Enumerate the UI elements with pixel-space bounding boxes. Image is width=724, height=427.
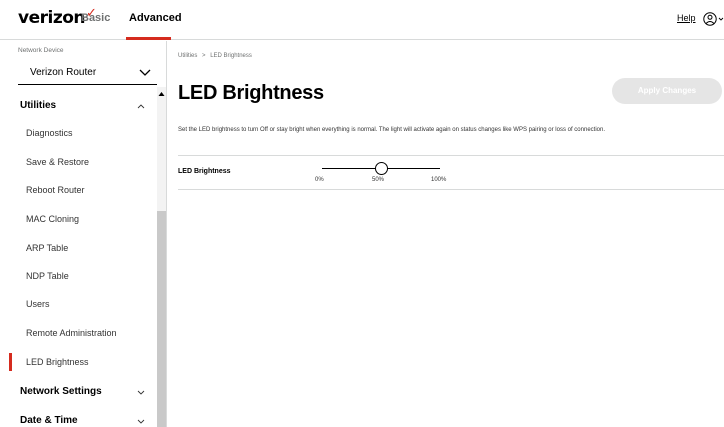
led-brightness-label: LED Brightness (178, 168, 231, 175)
help-link[interactable]: Help (677, 13, 696, 23)
section-utilities[interactable]: Utilities (20, 100, 56, 111)
tab-advanced[interactable]: Advanced (129, 12, 182, 24)
chevron-up-icon[interactable] (137, 103, 145, 109)
chevron-down-icon (139, 69, 151, 76)
sidebar-item-users[interactable]: Users (26, 299, 50, 309)
sidebar-item-save-restore[interactable]: Save & Restore (26, 157, 89, 167)
network-device-select[interactable]: Verizon Router (18, 59, 157, 85)
page-description: Set the LED brightness to turn Off or st… (178, 127, 605, 133)
sidebar-item-diagnostics[interactable]: Diagnostics (26, 128, 73, 138)
slider-tick-0: 0% (315, 177, 324, 183)
chevron-down-icon[interactable] (137, 389, 145, 395)
slider-tick-50: 50% (372, 177, 385, 183)
sidebar: Network Device Verizon Router Utilities … (0, 41, 167, 427)
scroll-up-arrow-icon[interactable] (158, 91, 165, 97)
tab-basic[interactable]: Basic (81, 12, 110, 24)
sidebar-item-ndp-table[interactable]: NDP Table (26, 271, 69, 281)
breadcrumb: Utilities > LED Brightness (178, 53, 252, 59)
page-title: LED Brightness (178, 82, 324, 104)
sidebar-item-reboot-router[interactable]: Reboot Router (26, 185, 85, 195)
sidebar-item-arp-table[interactable]: ARP Table (26, 243, 68, 253)
divider (178, 155, 724, 156)
user-menu-button[interactable] (702, 11, 724, 27)
user-circle-icon (703, 12, 724, 26)
active-tab-indicator (126, 37, 171, 40)
breadcrumb-separator: > (202, 53, 206, 59)
sidebar-scrollbar-thumb[interactable] (157, 211, 166, 427)
slider-tick-100: 100% (431, 177, 447, 183)
sidebar-item-led-brightness[interactable]: LED Brightness (26, 357, 89, 367)
section-network-settings[interactable]: Network Settings (20, 386, 102, 397)
brand-text: verizon (18, 8, 86, 28)
active-item-indicator (9, 353, 12, 371)
breadcrumb-current: LED Brightness (210, 53, 252, 59)
apply-changes-button[interactable]: Apply Changes (612, 78, 722, 104)
network-device-label: Network Device (18, 47, 64, 54)
sidebar-item-mac-cloning[interactable]: MAC Cloning (26, 214, 79, 224)
led-brightness-slider-handle[interactable] (374, 162, 388, 175)
chevron-down-icon[interactable] (137, 418, 145, 424)
divider (178, 189, 724, 190)
section-date-time[interactable]: Date & Time (20, 415, 78, 426)
top-bar: verizon✓ Basic Advanced Help (0, 0, 724, 40)
sidebar-item-remote-administration[interactable]: Remote Administration (26, 328, 117, 338)
device-select-value: Verizon Router (30, 67, 97, 78)
breadcrumb-utilities[interactable]: Utilities (178, 53, 197, 59)
